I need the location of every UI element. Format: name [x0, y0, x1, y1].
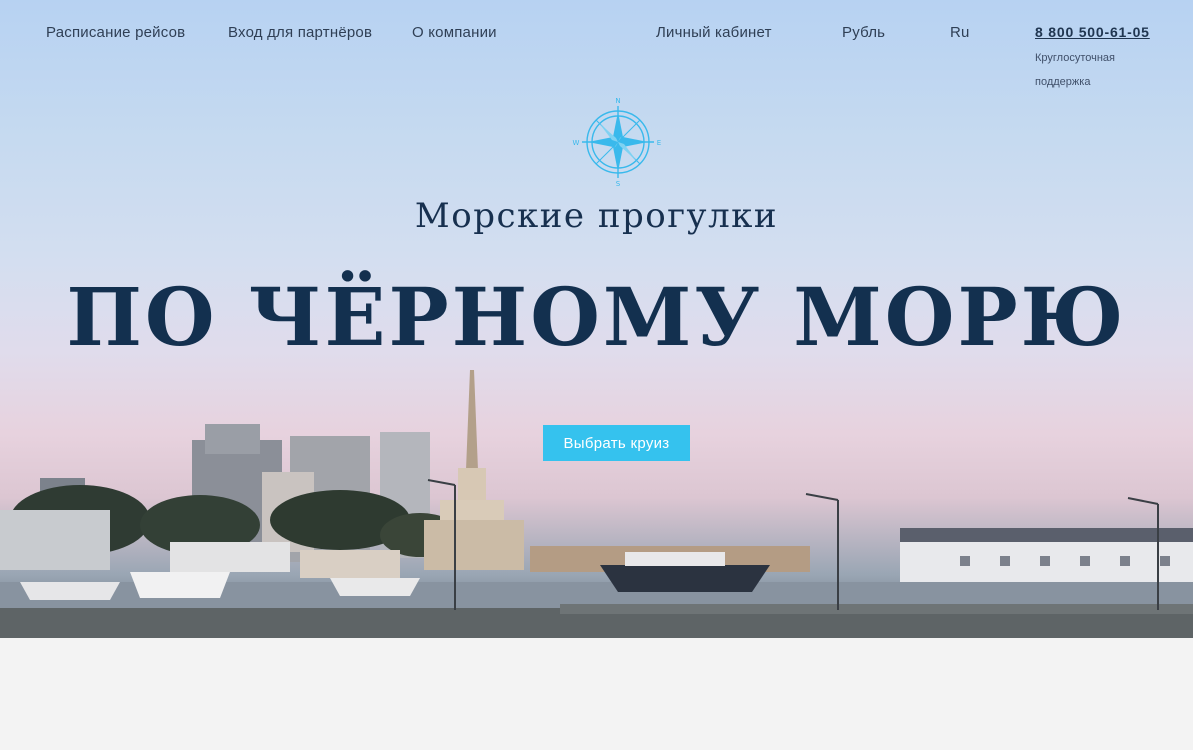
nav-account-link[interactable]: Личный кабинет: [656, 24, 772, 41]
hero-title: ПО ЧЁРНОМУ МОРЮ: [66, 270, 1127, 364]
nav-partners-link[interactable]: Вход для партнёров: [228, 24, 372, 41]
port-skyline-image: [0, 370, 1193, 638]
support-caption: Круглосуточная поддержка: [1035, 52, 1116, 88]
content-area: [0, 638, 1193, 750]
compass-north-label: N: [615, 97, 620, 105]
language-selector[interactable]: Ru: [950, 24, 970, 41]
support-phone-link[interactable]: 8 800 500-61-05: [1035, 24, 1150, 40]
nav-schedule-link[interactable]: Расписание рейсов: [46, 24, 185, 41]
compass-icon: N E S W: [573, 97, 662, 188]
compass-west-label: W: [573, 139, 580, 147]
choose-cruise-button[interactable]: Выбрать круиз: [543, 425, 690, 461]
nav-about-link[interactable]: О компании: [412, 24, 497, 41]
compass-east-label: E: [657, 139, 661, 147]
hero-subtitle: Морские прогулки: [414, 196, 779, 236]
currency-selector[interactable]: Рубль: [842, 24, 885, 41]
hero-section: Расписание рейсов Вход для партнёров О к…: [0, 0, 1193, 638]
compass-south-label: S: [616, 180, 621, 188]
